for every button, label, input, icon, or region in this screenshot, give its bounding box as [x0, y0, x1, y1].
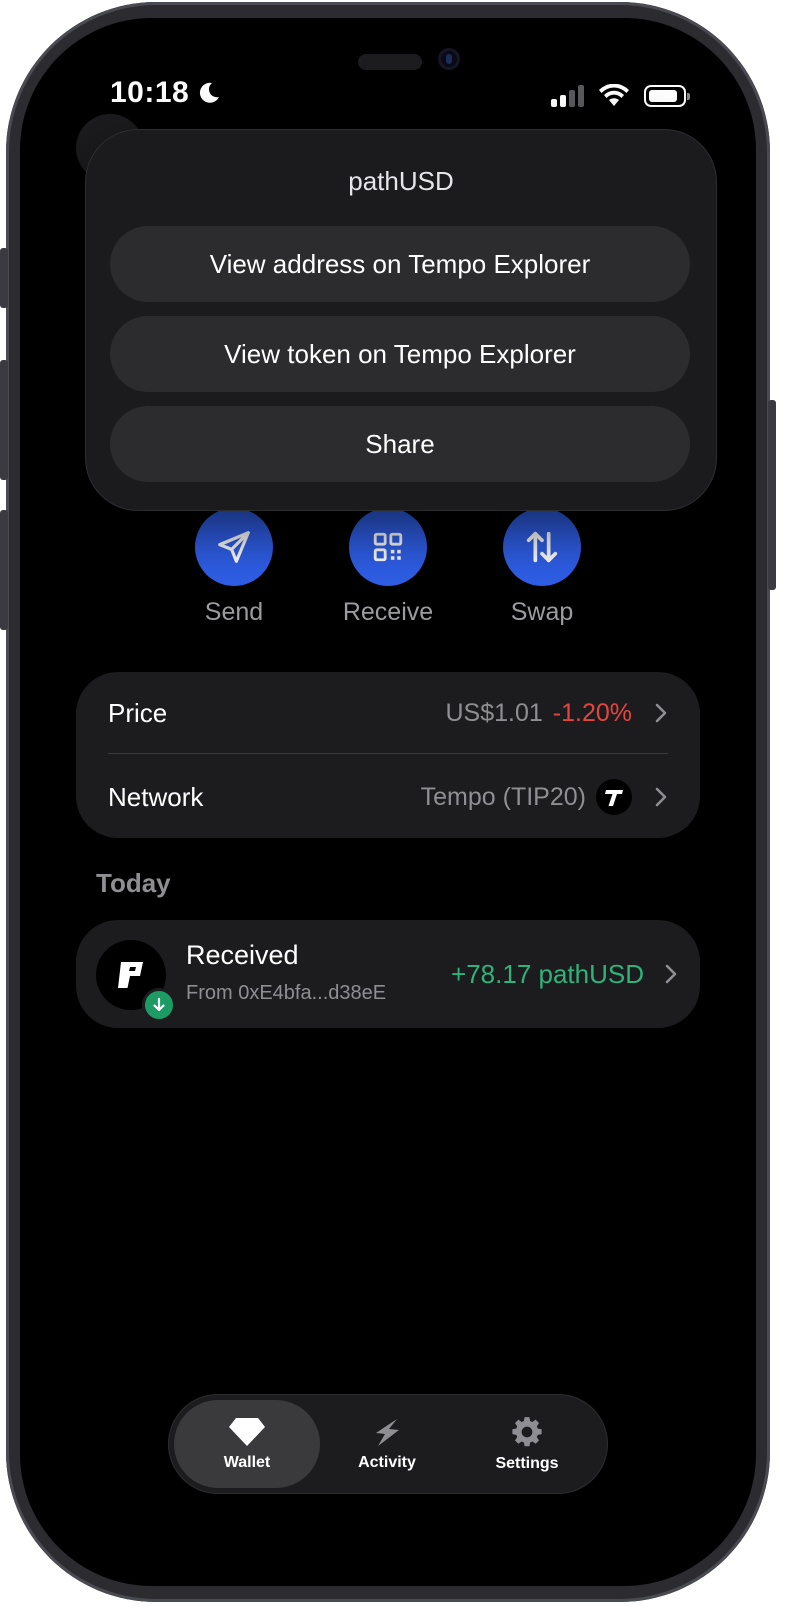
- tab-settings-label: Settings: [495, 1455, 559, 1472]
- gear-icon: [512, 1417, 542, 1447]
- receive-label: Receive: [342, 598, 434, 626]
- token-options-popover: pathUSD View address on Tempo Explorer V…: [86, 130, 716, 510]
- swap-arrows-icon: [526, 531, 558, 563]
- speaker-grille: [358, 54, 422, 70]
- chevron-right-icon: [655, 703, 667, 723]
- send-label: Send: [204, 598, 264, 626]
- price-row[interactable]: Price US$1.01 -1.20%: [108, 672, 668, 754]
- activity-subtitle: From 0xE4bfa...d38eE: [186, 982, 387, 1004]
- cellular-signal-icon: [551, 85, 584, 107]
- front-camera: [438, 48, 460, 70]
- activity-title: Received: [186, 940, 299, 970]
- power-button: [768, 400, 776, 590]
- activity-amount: +78.17 pathUSD: [451, 959, 644, 989]
- battery-icon: [644, 85, 690, 107]
- network-row[interactable]: Network Tempo (TIP20): [108, 756, 668, 838]
- tempo-network-icon: [596, 779, 632, 815]
- diamond-icon: [229, 1418, 265, 1446]
- price-value-group: US$1.01 -1.20%: [445, 699, 632, 728]
- send-action[interactable]: Send: [174, 508, 294, 627]
- tab-activity[interactable]: Activity: [314, 1400, 460, 1488]
- volume-up-button: [0, 360, 8, 480]
- screen: 10:18 Send Receive Swap Price US$1.01 -1…: [20, 18, 756, 1586]
- chevron-right-icon: [665, 964, 677, 984]
- price-change: -1.20%: [552, 698, 632, 727]
- network-value-group: Tempo (TIP20): [421, 779, 632, 815]
- tab-wallet[interactable]: Wallet: [174, 1400, 320, 1488]
- network-value: Tempo (TIP20): [420, 782, 586, 811]
- swap-label: Swap: [510, 598, 574, 626]
- tab-settings[interactable]: Settings: [454, 1400, 600, 1488]
- view-address-button[interactable]: View address on Tempo Explorer: [110, 226, 690, 302]
- tab-activity-label: Activity: [358, 1454, 416, 1471]
- network-label: Network: [108, 781, 204, 812]
- status-time: 10:18: [110, 76, 221, 110]
- side-button: [0, 248, 8, 308]
- receive-action[interactable]: Receive: [328, 508, 448, 627]
- price-value: US$1.01: [445, 698, 543, 727]
- chevron-right-icon: [655, 787, 667, 807]
- status-icons: [551, 84, 690, 108]
- receive-button[interactable]: [349, 508, 427, 586]
- send-icon: [218, 531, 250, 563]
- view-token-button[interactable]: View token on Tempo Explorer: [110, 316, 690, 392]
- token-info-card: Price US$1.01 -1.20% Network Tempo (TIP2…: [76, 672, 700, 838]
- qr-code-icon: [373, 532, 403, 562]
- swap-button[interactable]: [503, 508, 581, 586]
- status-time-text: 10:18: [110, 76, 190, 109]
- send-button[interactable]: [195, 508, 273, 586]
- popover-title: pathUSD: [348, 166, 454, 196]
- tab-bar: Wallet Activity Settings: [168, 1394, 608, 1494]
- volume-down-button: [0, 510, 8, 630]
- bolt-icon: [376, 1419, 399, 1446]
- activity-item[interactable]: Received From 0xE4bfa...d38eE +78.17 pat…: [76, 920, 700, 1028]
- divider: [108, 753, 668, 754]
- received-arrow-icon: [142, 988, 176, 1022]
- section-title-today: Today: [96, 868, 171, 898]
- tab-wallet-label: Wallet: [223, 1454, 271, 1471]
- price-label: Price: [108, 697, 168, 728]
- share-button[interactable]: Share: [110, 406, 690, 482]
- wifi-icon: [599, 84, 629, 106]
- moon-icon: [200, 82, 220, 103]
- swap-action[interactable]: Swap: [482, 508, 602, 627]
